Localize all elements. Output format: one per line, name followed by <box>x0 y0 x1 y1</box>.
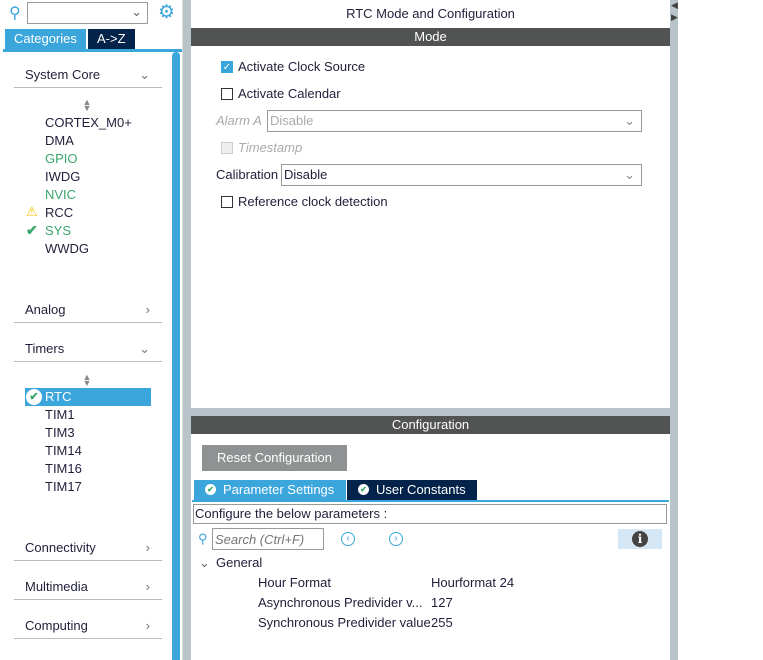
section-multimedia[interactable]: Multimedia › <box>14 574 162 600</box>
tab-categories[interactable]: Categories <box>5 29 86 49</box>
tab-underline <box>192 500 669 502</box>
gear-icon[interactable]: ⚙ <box>158 1 175 24</box>
param-search-input[interactable] <box>212 528 324 550</box>
warning-icon: ⚠ <box>26 204 38 219</box>
param-value[interactable]: Hourformat 24 <box>431 575 514 590</box>
activate-calendar-checkbox[interactable] <box>221 88 233 100</box>
previous-icon[interactable]: ‹ <box>341 532 355 546</box>
configuration-header: Configuration <box>191 416 670 434</box>
list-item[interactable]: TIM14 <box>45 442 82 460</box>
activate-clock-source-label: Activate Clock Source <box>238 59 366 74</box>
check-circle-icon: ✔ <box>26 389 42 405</box>
check-circle-icon: ✔ <box>205 484 216 495</box>
search-combo[interactable]: ⌄ <box>27 2 148 24</box>
scrollbar[interactable] <box>172 52 180 660</box>
activate-calendar-label: Activate Calendar <box>238 86 341 101</box>
chevron-down-icon: ⌄ <box>139 67 150 82</box>
list-item[interactable]: WWDG <box>45 240 89 258</box>
splitter-right[interactable]: ◀ ▶ <box>670 0 678 660</box>
param-value[interactable]: 127 <box>431 595 453 610</box>
reference-clock-checkbox[interactable] <box>221 196 233 208</box>
param-name: Asynchronous Predivider v... <box>258 595 423 610</box>
list-item[interactable]: TIM1 <box>45 406 75 424</box>
search-icon: ⚲ <box>9 5 21 22</box>
alarm-a-label: Alarm A <box>216 113 262 128</box>
reference-clock-label: Reference clock detection <box>238 194 388 209</box>
section-timers[interactable]: Timers ⌄ <box>14 336 162 362</box>
param-name: Synchronous Predivider value <box>258 615 431 630</box>
section-system-core[interactable]: System Core ⌄ <box>14 62 162 88</box>
check-icon: ✔ <box>26 222 38 238</box>
param-value[interactable]: 255 <box>431 615 453 630</box>
splitter-horizontal[interactable] <box>191 408 670 416</box>
chevron-right-icon: › <box>145 618 150 633</box>
sort-icon[interactable]: ▲ ▼ <box>82 373 92 388</box>
alarm-a-select[interactable]: Disable ⌄ <box>267 110 642 132</box>
calibration-select[interactable]: Disable ⌄ <box>281 164 642 186</box>
tab-a-z[interactable]: A->Z <box>88 29 135 49</box>
list-item-selected[interactable]: ✔ RTC <box>25 388 151 406</box>
info-button[interactable]: i <box>618 529 662 549</box>
mode-header: Mode <box>191 28 670 46</box>
chevron-right-icon: › <box>145 302 150 317</box>
list-item[interactable]: GPIO <box>45 150 78 168</box>
calibration-label: Calibration <box>216 167 279 182</box>
section-computing[interactable]: Computing › <box>14 613 162 639</box>
chevron-down-icon[interactable]: ⌄ <box>199 555 210 571</box>
activate-clock-source-checkbox[interactable]: ✓ <box>221 61 233 73</box>
tab-underline <box>3 49 182 52</box>
chevron-down-icon: ⌄ <box>139 341 150 356</box>
list-item[interactable]: DMA <box>45 132 74 150</box>
list-item[interactable]: TIM16 <box>45 460 82 478</box>
chevron-down-icon: ⌄ <box>131 4 142 19</box>
chevron-down-icon: ⌄ <box>624 167 635 182</box>
info-icon: i <box>632 531 648 547</box>
search-icon: ⚲ <box>198 531 208 546</box>
chevron-down-icon: ⌄ <box>624 113 635 128</box>
list-item[interactable]: RCC <box>45 204 73 222</box>
section-analog[interactable]: Analog › <box>14 297 162 323</box>
timestamp-checkbox[interactable] <box>221 142 233 154</box>
list-item[interactable]: IWDG <box>45 168 80 186</box>
hint-box: Configure the below parameters : <box>193 504 667 524</box>
expand-right-icon[interactable]: ▶ <box>671 12 678 23</box>
next-icon[interactable]: › <box>389 532 403 546</box>
chevron-right-icon: › <box>145 579 150 594</box>
list-item[interactable]: SYS <box>45 222 71 240</box>
timestamp-label: Timestamp <box>238 140 303 155</box>
list-item[interactable]: NVIC <box>45 186 76 204</box>
group-general[interactable]: General <box>216 555 262 570</box>
sort-icon[interactable]: ▲ ▼ <box>82 98 92 113</box>
splitter[interactable] <box>183 0 191 660</box>
param-name: Hour Format <box>258 575 331 590</box>
left-panel: ⚲ ⌄ ⚙ Categories A->Z System Core ⌄ ▲ ▼ CO… <box>0 0 183 660</box>
list-item[interactable]: CORTEX_M0+ <box>45 114 132 132</box>
tab-parameter-settings[interactable]: ✔ Parameter Settings <box>194 480 346 500</box>
chevron-right-icon: › <box>145 540 150 555</box>
reset-configuration-button[interactable]: Reset Configuration <box>202 445 347 471</box>
section-connectivity[interactable]: Connectivity › <box>14 535 162 561</box>
tab-user-constants[interactable]: ✔ User Constants <box>347 480 477 500</box>
list-item[interactable]: TIM17 <box>45 478 82 496</box>
collapse-left-icon[interactable]: ◀ <box>671 0 678 11</box>
page-title: RTC Mode and Configuration <box>346 6 515 21</box>
list-item[interactable]: TIM3 <box>45 424 75 442</box>
check-circle-icon: ✔ <box>358 484 369 495</box>
